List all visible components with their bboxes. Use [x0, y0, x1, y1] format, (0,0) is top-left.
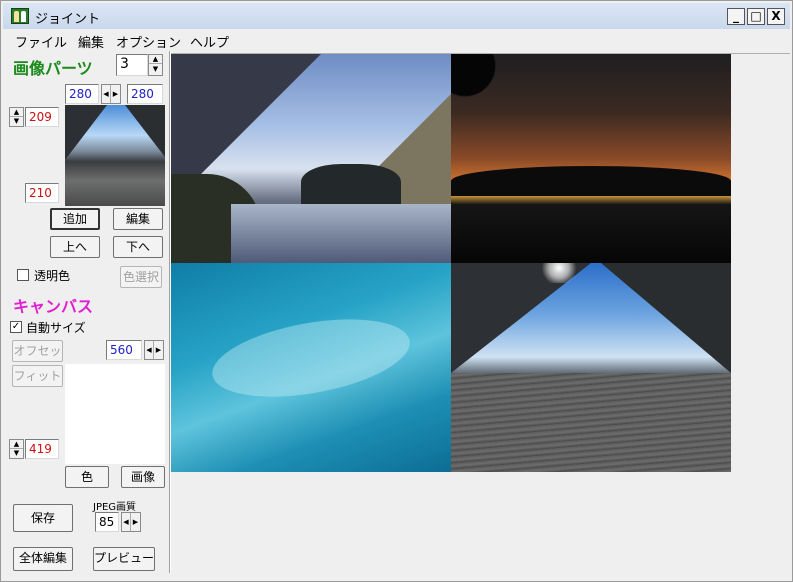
edit-all-button[interactable]: 全体編集 [13, 547, 73, 571]
move-down-button[interactable]: 下へ [113, 236, 163, 258]
parts-title: 画像パーツ [13, 59, 93, 78]
jpeg-quality-label: JPEG画質 [93, 502, 137, 513]
menu-bar: ファイル 編集 オプション ヘルプ [1, 30, 792, 51]
parts-count-input[interactable]: 3 [116, 54, 148, 76]
add-button[interactable]: 追加 [50, 208, 100, 230]
part-width-max-field: 280 [127, 84, 163, 104]
checkmark-icon: ✓ [11, 321, 21, 332]
part-width-spinner[interactable]: ◀ ▶ [101, 84, 121, 104]
thumb-rock-left [65, 105, 107, 160]
img4-sand [451, 373, 731, 472]
spin-up-icon[interactable]: ▲ [10, 108, 23, 117]
thumb-rock-right [125, 105, 165, 157]
spin-up-icon[interactable]: ▲ [10, 440, 23, 449]
canvas-height-input[interactable]: 419 [25, 439, 59, 459]
part-y-spinner[interactable]: ▲ ▼ [9, 107, 24, 127]
title-bar: ジョイント _ □ X [3, 3, 790, 29]
autosize-label: 自動サイズ [26, 321, 86, 335]
canvas-width-input[interactable]: 560 [106, 340, 142, 360]
canvas-title: キャンバス [13, 297, 94, 316]
minimize-button[interactable]: _ [727, 8, 745, 25]
part-thumbnail[interactable] [65, 105, 165, 206]
transparent-checkbox[interactable] [17, 269, 29, 281]
canvas-color-button[interactable]: 色 [65, 466, 109, 488]
part-image-canyon-sand[interactable] [451, 263, 731, 472]
app-icon [11, 8, 29, 24]
img4-sun [539, 263, 579, 283]
img2-hill [451, 166, 731, 196]
part-width-input[interactable]: 280 [65, 84, 99, 104]
img2-palm [451, 54, 521, 114]
save-button[interactable]: 保存 [13, 504, 73, 532]
jpeg-quality-spinner[interactable]: ◀ ▶ [121, 512, 141, 532]
part-image-valley-river[interactable] [171, 54, 451, 263]
transparent-label: 透明色 [34, 269, 71, 283]
img3-ice-swirl [206, 306, 416, 410]
color-select-button[interactable]: 色選択 [120, 266, 162, 288]
maximize-button[interactable]: □ [747, 8, 765, 25]
menu-options[interactable]: オプション [116, 32, 181, 51]
close-button[interactable]: X [767, 8, 785, 25]
part-y-input[interactable]: 209 [25, 107, 59, 127]
window-title: ジョイント [35, 12, 101, 27]
offset-button[interactable]: オフセット [12, 340, 63, 378]
spin-right-icon[interactable]: ▶ [154, 341, 163, 359]
fit-button[interactable]: フィット [12, 365, 63, 387]
spin-left-icon[interactable]: ◀ [145, 341, 154, 359]
part-image-ice-cave[interactable] [171, 263, 451, 472]
img1-trees-center [301, 164, 401, 209]
canvas-image-button[interactable]: 画像 [121, 466, 165, 488]
edit-button[interactable]: 編集 [113, 208, 163, 230]
menu-help[interactable]: ヘルプ [190, 32, 229, 51]
spin-right-icon[interactable]: ▶ [111, 85, 120, 103]
spin-down-icon[interactable]: ▼ [10, 117, 23, 126]
spin-up-icon[interactable]: ▲ [149, 55, 162, 64]
img1-river [231, 204, 451, 263]
app-window: ジョイント _ □ X ファイル 編集 オプション ヘルプ 画像パーツ 3 ▲ … [0, 0, 793, 582]
part-image-sunset[interactable] [451, 54, 731, 263]
jpeg-quality-input[interactable]: 85 [95, 512, 119, 532]
move-up-button[interactable]: 上へ [50, 236, 100, 258]
menu-file[interactable]: ファイル [15, 32, 67, 51]
spin-left-icon[interactable]: ◀ [102, 85, 111, 103]
part-height-field: 210 [25, 183, 59, 203]
canvas-preview[interactable] [65, 364, 165, 464]
parts-count-spinner[interactable]: ▲ ▼ [148, 54, 163, 76]
autosize-checkbox[interactable]: ✓ [10, 321, 22, 333]
canvas-width-spinner[interactable]: ◀ ▶ [144, 340, 164, 360]
spin-down-icon[interactable]: ▼ [149, 65, 162, 74]
spin-left-icon[interactable]: ◀ [122, 513, 131, 531]
preview-button[interactable]: プレビュー [93, 547, 155, 571]
spin-down-icon[interactable]: ▼ [10, 449, 23, 458]
spin-right-icon[interactable]: ▶ [131, 513, 140, 531]
img4-rock-right [601, 263, 731, 373]
canvas-height-spinner[interactable]: ▲ ▼ [9, 439, 24, 459]
menu-edit[interactable]: 編集 [78, 32, 104, 51]
